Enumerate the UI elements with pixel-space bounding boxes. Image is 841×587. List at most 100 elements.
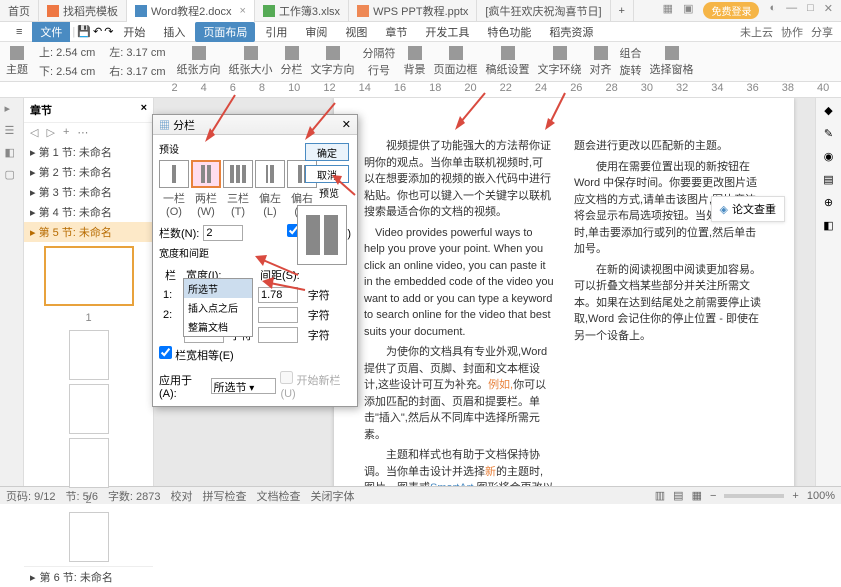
apps-icon[interactable]: ▣ [683, 2, 693, 19]
tab-template[interactable]: 找稻壳模板 [39, 0, 127, 22]
para-icon[interactable] [501, 46, 515, 60]
dropdown-option[interactable]: 整篇文档 [184, 317, 252, 336]
rtab-secure[interactable]: 特色功能 [479, 22, 539, 42]
tool-icon[interactable]: ✎ [824, 127, 833, 140]
break-button[interactable]: 分隔符 [363, 45, 396, 61]
preset-option[interactable] [255, 160, 285, 188]
nav-item-last[interactable]: ▸ 第 6 节: 未命名 [24, 566, 153, 587]
apply-select[interactable]: 所选节 ▾ [211, 378, 277, 394]
min-icon[interactable]: — [786, 2, 797, 19]
max-icon[interactable]: □ [807, 2, 814, 19]
nav-item[interactable]: ▸ 第 3 节: 未命名 [24, 182, 153, 202]
nav-item[interactable]: ▸ 第 5 节: 未命名 [24, 222, 153, 242]
paper-check-button[interactable]: ◈论文查重 [711, 196, 785, 222]
nav-item[interactable]: ▸ 第 1 节: 未命名 [24, 142, 153, 162]
columns-icon[interactable] [285, 46, 299, 60]
rtab-review[interactable]: 审阅 [297, 22, 335, 42]
linenum-button[interactable]: 行号 [368, 62, 390, 78]
mini-thumb[interactable] [69, 330, 109, 380]
tab-add[interactable]: + [611, 0, 634, 22]
tab-home[interactable]: 首页 [0, 0, 39, 22]
add-icon[interactable]: + [63, 126, 69, 139]
menu-hamburger[interactable]: ≡ [8, 24, 30, 40]
tab-word[interactable]: Word教程2.docx× [127, 0, 255, 22]
rtab-layout[interactable]: 页面布局 [195, 22, 255, 42]
grid-icon[interactable]: ▦ [663, 2, 673, 19]
status-track[interactable]: 关闭字体 [311, 488, 355, 504]
status-check[interactable]: 校对 [171, 488, 193, 504]
tab-ppt[interactable]: WPS PPT教程.pptx [349, 0, 477, 22]
outline-icon[interactable]: ▸ [5, 102, 19, 116]
rtab-dev[interactable]: 开发工具 [417, 22, 477, 42]
dropdown-option[interactable]: 所选节 [184, 279, 252, 298]
nav-icon[interactable]: ☰ [5, 124, 19, 138]
user-badge[interactable]: 免费登录 [703, 2, 759, 19]
tab-excel[interactable]: 工作簿3.xlsx [255, 0, 349, 22]
tool-icon[interactable]: ▤ [823, 173, 833, 186]
status-doc[interactable]: 文档检查 [257, 488, 301, 504]
thumbnail-1[interactable] [44, 246, 134, 306]
align-icon[interactable] [594, 46, 608, 60]
ok-button[interactable]: 确定 [305, 143, 349, 161]
status-bar: 页码: 9/12 节: 5/6 字数: 2873 校对 拼写检查 文档检查 关闭… [0, 486, 841, 504]
dialog-close-icon[interactable]: ✕ [342, 118, 351, 131]
size-icon[interactable] [244, 46, 258, 60]
view-web-icon[interactable]: ▦ [692, 489, 702, 502]
tool-icon[interactable]: ◉ [824, 150, 834, 163]
view-read-icon[interactable]: ▤ [673, 489, 683, 502]
bg-icon[interactable] [408, 46, 422, 60]
nav-close-icon[interactable]: × [141, 102, 147, 118]
tool-icon[interactable]: ◆ [824, 104, 832, 117]
comment-icon[interactable]: ◧ [5, 146, 19, 160]
ruler[interactable]: 246810121416182022242628303234363840 [0, 82, 841, 98]
close-icon[interactable]: × [240, 5, 246, 17]
columns-spinner[interactable]: 2 [203, 225, 243, 241]
spacing-1[interactable]: 1.78 [258, 287, 298, 303]
status-words[interactable]: 字数: 2873 [108, 488, 161, 504]
status-section[interactable]: 节: 5/6 [66, 488, 98, 504]
theme-icon[interactable] [10, 46, 24, 60]
nav-item[interactable]: ▸ 第 4 节: 未命名 [24, 202, 153, 222]
rtab-chapter[interactable]: 章节 [377, 22, 415, 42]
more-icon[interactable]: ⋯ [77, 126, 88, 139]
preset-option[interactable] [223, 160, 253, 188]
cancel-button[interactable]: 取消 [305, 165, 349, 183]
selpane-icon[interactable] [665, 46, 679, 60]
share-button[interactable]: 分享 [811, 24, 833, 40]
bookmark-icon[interactable]: ▢ [5, 168, 19, 182]
tool-icon[interactable]: ⊕ [824, 196, 833, 209]
status-spell[interactable]: 拼写检查 [203, 488, 247, 504]
border-icon[interactable] [449, 46, 463, 60]
qat-redo[interactable]: ↷ [104, 25, 113, 38]
cloud-status[interactable]: 未上云 [740, 24, 773, 40]
tab-other[interactable]: [疯牛狂欢庆祝淘喜节日] [477, 0, 610, 22]
rtab-home[interactable]: 开始 [115, 22, 153, 42]
qat-undo[interactable]: ↶ [93, 25, 102, 38]
mini-thumb[interactable] [69, 384, 109, 434]
close-win-icon[interactable]: ✕ [824, 2, 833, 19]
collapse-icon[interactable]: ◁ [30, 126, 38, 139]
zoom-slider[interactable] [724, 494, 784, 498]
mini-thumb[interactable] [69, 512, 109, 562]
rtab-ref[interactable]: 引用 [257, 22, 295, 42]
expand-icon[interactable]: ▷ [46, 126, 54, 139]
theme-icon[interactable]: ◐ [769, 2, 776, 19]
view-print-icon[interactable]: ▥ [655, 489, 665, 502]
coop-button[interactable]: 协作 [781, 24, 803, 40]
orient-icon[interactable] [192, 46, 206, 60]
preset-option[interactable] [191, 160, 221, 188]
qat-save[interactable]: 💾 [77, 25, 91, 38]
rtab-file[interactable]: 文件 [32, 22, 70, 42]
rtab-view[interactable]: 视图 [337, 22, 375, 42]
wrap-icon[interactable] [553, 46, 567, 60]
status-page[interactable]: 页码: 9/12 [6, 488, 56, 504]
textdir-icon[interactable] [326, 46, 340, 60]
dropdown-option[interactable]: 插入点之后 [184, 298, 252, 317]
nav-item[interactable]: ▸ 第 2 节: 未命名 [24, 162, 153, 182]
rtab-insert[interactable]: 插入 [155, 22, 193, 42]
tool-icon[interactable]: ◧ [823, 219, 833, 232]
mini-thumb[interactable] [69, 438, 109, 488]
preset-option[interactable] [159, 160, 189, 188]
rtab-doctool[interactable]: 稻壳资源 [541, 22, 601, 42]
equal-width-checkbox[interactable] [159, 346, 172, 359]
